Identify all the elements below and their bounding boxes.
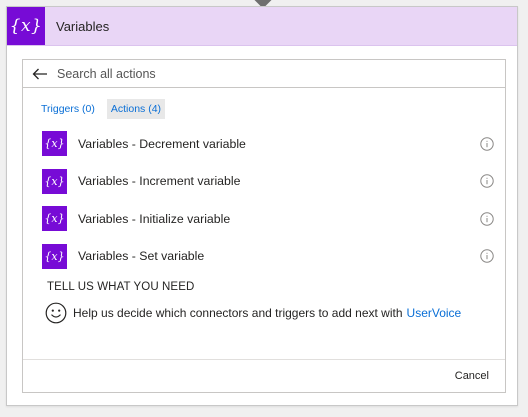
tab-triggers[interactable]: Triggers (0): [37, 99, 99, 119]
info-icon[interactable]: [480, 137, 494, 151]
variables-icon: {x}: [42, 206, 67, 232]
tab-actions[interactable]: Actions (4): [106, 99, 166, 119]
action-set-variable[interactable]: {x} Variables - Set variable: [23, 238, 505, 276]
action-label: Variables - Initialize variable: [78, 211, 231, 226]
uservoice-link[interactable]: UserVoice: [407, 306, 462, 320]
info-icon[interactable]: [480, 212, 494, 226]
feedback-heading: TELL US WHAT YOU NEED: [47, 281, 195, 293]
variables-icon: {x}: [7, 7, 45, 45]
card-title: Variables: [56, 18, 110, 34]
info-icon[interactable]: [480, 174, 494, 188]
action-label: Variables - Decrement variable: [78, 136, 246, 151]
action-label: Variables - Increment variable: [78, 174, 241, 189]
smiley-icon: [45, 302, 67, 324]
variables-icon: {x}: [42, 131, 67, 157]
panel-footer: Cancel: [23, 359, 505, 392]
back-arrow-icon[interactable]: [27, 61, 53, 87]
info-icon[interactable]: [480, 249, 494, 263]
search-bar: [23, 60, 505, 88]
action-picker-panel: Triggers (0) Actions (4) {x} Variables -…: [22, 59, 506, 393]
action-decrement-variable[interactable]: {x} Variables - Decrement variable: [23, 125, 505, 163]
action-increment-variable[interactable]: {x} Variables - Increment variable: [23, 163, 505, 201]
variables-card: {x} Variables Triggers (0) Actions (4) {…: [6, 6, 518, 406]
search-input[interactable]: [57, 66, 505, 81]
feedback-text: Help us decide which connectors and trig…: [73, 306, 403, 320]
card-header[interactable]: {x} Variables: [7, 7, 517, 46]
variables-icon: {x}: [42, 168, 67, 194]
action-label: Variables - Set variable: [78, 249, 205, 264]
cancel-button[interactable]: Cancel: [455, 370, 489, 382]
action-list: {x} Variables - Decrement variable {x} V…: [23, 125, 505, 275]
variables-icon: {x}: [42, 243, 67, 269]
action-initialize-variable[interactable]: {x} Variables - Initialize variable: [23, 200, 505, 238]
feedback-prompt: Help us decide which connectors and trig…: [45, 302, 505, 324]
tab-bar: Triggers (0) Actions (4): [37, 98, 505, 120]
